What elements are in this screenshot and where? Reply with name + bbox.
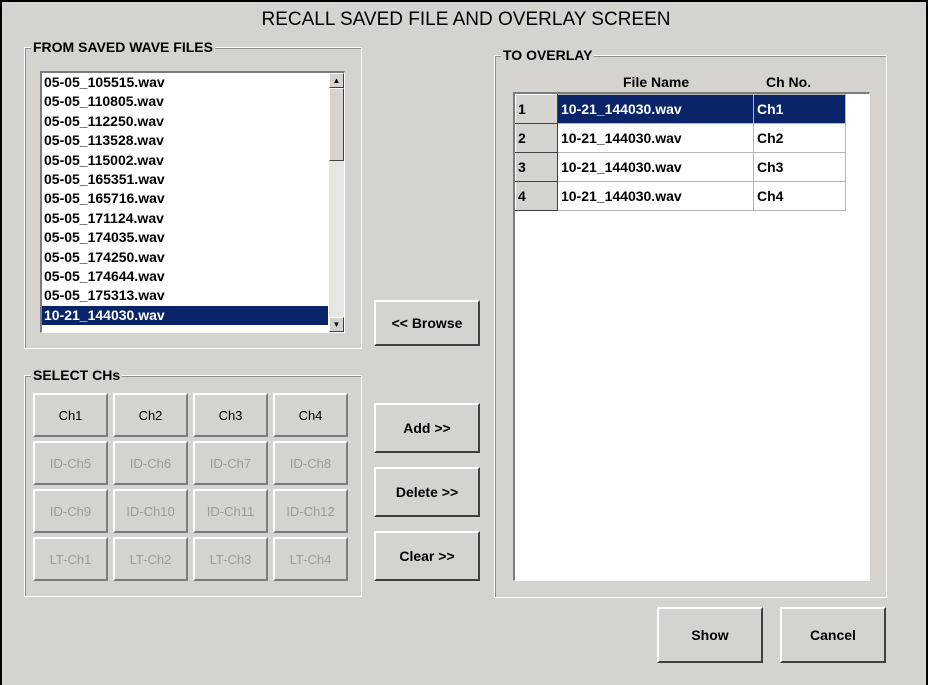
row-index-cell[interactable]: 1 (515, 94, 558, 124)
scroll-thumb[interactable] (329, 88, 344, 161)
saved-file-item[interactable]: 05-05_110805.wav (42, 92, 328, 111)
overlay-legend: TO OVERLAY (501, 47, 595, 63)
ch-no-cell[interactable]: Ch4 (753, 181, 846, 211)
scroll-down-arrow-icon[interactable]: ▼ (329, 317, 344, 332)
saved-file-item[interactable]: 05-05_175313.wav (42, 286, 328, 305)
row-index-cell[interactable]: 3 (515, 152, 558, 182)
recall-overlay-dialog: RECALL SAVED FILE AND OVERLAY SCREEN FRO… (0, 0, 928, 685)
ch-no-cell[interactable]: Ch1 (753, 94, 846, 124)
channel-button-ch1[interactable]: Ch1 (33, 393, 108, 437)
channel-button-id-ch12[interactable]: ID-Ch12 (273, 489, 348, 533)
row-index-cell[interactable]: 2 (515, 123, 558, 153)
show-button[interactable]: Show (657, 607, 763, 663)
saved-files-list: 05-05_105515.wav 05-05_110805.wav 05-05_11… (42, 73, 328, 326)
saved-file-item[interactable]: 05-05_115002.wav (42, 151, 328, 170)
file-name-cell[interactable]: 10-21_144030.wav (557, 94, 754, 124)
add-button[interactable]: Add >> (374, 403, 480, 453)
channel-button-id-ch5[interactable]: ID-Ch5 (33, 441, 108, 485)
saved-file-item[interactable]: 05-05_174644.wav (42, 267, 328, 286)
channel-button-lt-ch2[interactable]: LT-Ch2 (113, 537, 188, 581)
channel-button-id-ch11[interactable]: ID-Ch11 (193, 489, 268, 533)
dialog-title: RECALL SAVED FILE AND OVERLAY SCREEN (261, 9, 671, 30)
file-name-cell[interactable]: 10-21_144030.wav (557, 152, 754, 182)
saved-file-item[interactable]: 05-05_112250.wav (42, 112, 328, 131)
saved-file-item[interactable]: 05-05_165716.wav (42, 189, 328, 208)
overlay-row[interactable]: 1 10-21_144030.wav Ch1 (515, 94, 846, 124)
channel-button-lt-ch3[interactable]: LT-Ch3 (193, 537, 268, 581)
saved-file-item[interactable]: 05-05_165351.wav (42, 170, 328, 189)
channel-button-id-ch8[interactable]: ID-Ch8 (273, 441, 348, 485)
saved-files-scrollbar[interactable]: ▲ ▼ (329, 73, 344, 332)
overlay-row[interactable]: 2 10-21_144030.wav Ch2 (515, 123, 846, 153)
file-name-column-header: File Name (623, 74, 690, 90)
channel-button-lt-ch1[interactable]: LT-Ch1 (33, 537, 108, 581)
channel-button-ch2[interactable]: Ch2 (113, 393, 188, 437)
saved-file-item[interactable]: 05-05_174035.wav (42, 228, 328, 247)
scroll-up-arrow-icon[interactable]: ▲ (329, 73, 344, 88)
saved-files-legend: FROM SAVED WAVE FILES (31, 39, 215, 55)
file-name-cell[interactable]: 10-21_144030.wav (557, 181, 754, 211)
clear-button[interactable]: Clear >> (374, 531, 480, 581)
channel-button-id-ch7[interactable]: ID-Ch7 (193, 441, 268, 485)
channel-button-ch3[interactable]: Ch3 (193, 393, 268, 437)
channel-button-id-ch10[interactable]: ID-Ch10 (113, 489, 188, 533)
saved-files-listbox[interactable]: 05-05_105515.wav 05-05_110805.wav 05-05_11… (40, 71, 345, 333)
delete-button[interactable]: Delete >> (374, 467, 480, 517)
channel-button-id-ch6[interactable]: ID-Ch6 (113, 441, 188, 485)
saved-file-item[interactable]: 05-05_105515.wav (42, 73, 328, 92)
ch-no-cell[interactable]: Ch3 (753, 152, 846, 182)
ch-no-column-header: Ch No. (766, 74, 812, 90)
row-index-cell[interactable]: 4 (515, 181, 558, 211)
saved-file-item[interactable]: 05-05_174250.wav (42, 248, 328, 267)
channel-button-id-ch9[interactable]: ID-Ch9 (33, 489, 108, 533)
saved-file-item[interactable]: 05-05_113528.wav (42, 131, 328, 150)
saved-file-item[interactable]: 05-05_171124.wav (42, 209, 328, 228)
channel-button-lt-ch4[interactable]: LT-Ch4 (273, 537, 348, 581)
saved-file-item[interactable]: 10-21_144030.wav (42, 305, 328, 326)
channel-button-ch4[interactable]: Ch4 (273, 393, 348, 437)
overlay-table[interactable]: 1 10-21_144030.wav Ch1 2 10-21_144030.wav Ch2… (515, 94, 846, 211)
select-chs-legend: SELECT CHs (31, 367, 123, 383)
overlay-row[interactable]: 4 10-21_144030.wav Ch4 (515, 181, 846, 211)
file-name-cell[interactable]: 10-21_144030.wav (557, 123, 754, 153)
ch-no-cell[interactable]: Ch2 (753, 123, 846, 153)
overlay-row[interactable]: 3 10-21_144030.wav Ch3 (515, 152, 846, 182)
cancel-button[interactable]: Cancel (780, 607, 886, 663)
browse-button[interactable]: << Browse (374, 300, 480, 346)
